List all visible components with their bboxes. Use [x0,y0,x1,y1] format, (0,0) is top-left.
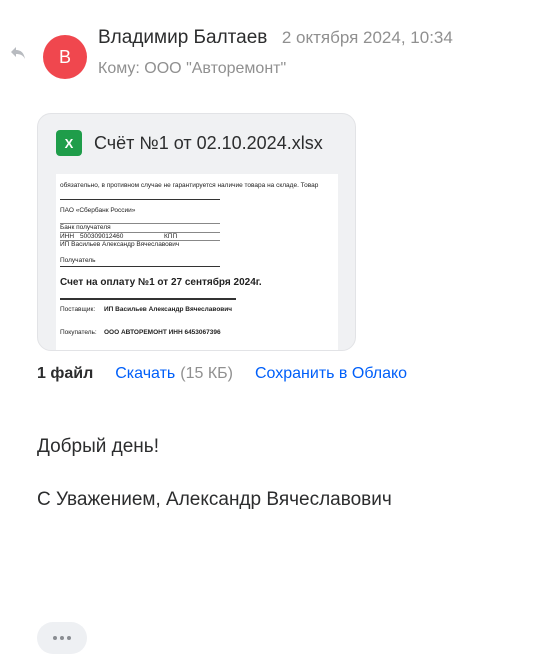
preview-kpp-label: КПП [164,233,178,240]
preview-bank-label: Банк получателя [60,224,111,231]
preview-notice: обязательно, в противном случае не гаран… [60,182,319,189]
attachment-file-name: Счёт №1 от 02.10.2024.xlsx [94,132,323,153]
preview-inn-label: ИНН [60,233,75,240]
preview-buyer-value: ООО АВТОРЕМОНТ ИНН 6453067396 [104,329,221,336]
show-quoted-button[interactable] [37,622,87,654]
download-link[interactable]: Скачать [115,365,175,383]
message-greeting: Добрый день! [37,436,159,457]
preview-invoice-title: Счет на оплату №1 от 27 сентября 2024г. [60,277,262,288]
save-to-cloud-link[interactable]: Сохранить в Облако [255,365,407,383]
attachment-card[interactable]: X Счёт №1 от 02.10.2024.xlsx обязательно… [37,113,356,351]
attachment-actions: 1 файл Скачать (15 КБ) Сохранить в Облак… [37,365,407,383]
preview-inn-value: 500309012460 [80,233,124,240]
sender-line: Владимир Балтаев 2 октября 2024, 10:34 [98,27,453,49]
avatar[interactable]: В [43,35,87,79]
preview-divider [60,298,236,300]
more-dots-icon [53,636,57,640]
more-dots-icon [67,636,71,640]
more-dots-icon [60,636,64,640]
message-signature: С Уважением, Александр Вячеславович [37,489,392,510]
preview-divider [60,266,220,267]
preview-bank: ПАО «Сбербанк России» [60,207,136,214]
recipient-line[interactable]: Кому: ООО "Авторемонт" [98,60,286,78]
excel-file-icon: X [56,130,82,156]
preview-buyer-label: Покупатель: [60,329,97,336]
files-count: 1 файл [37,365,94,382]
sender-name[interactable]: Владимир Балтаев [98,27,267,48]
reply-arrow-icon [11,47,25,59]
attachment-preview[interactable]: обязательно, в противном случае не гаран… [56,174,338,350]
attachment-header: X Счёт №1 от 02.10.2024.xlsx [56,130,323,156]
file-size: (15 КБ) [180,365,233,382]
preview-recipient-name: ИП Васильев Александр Вячеславович [60,241,180,248]
message-date: 2 октября 2024, 10:34 [281,28,453,47]
preview-supplier-value: ИП Васильев Александр Вячеславович [104,306,233,313]
preview-recipient-label: Получатель [60,257,96,264]
preview-supplier-label: Поставщик: [60,306,96,313]
preview-divider [60,199,220,200]
